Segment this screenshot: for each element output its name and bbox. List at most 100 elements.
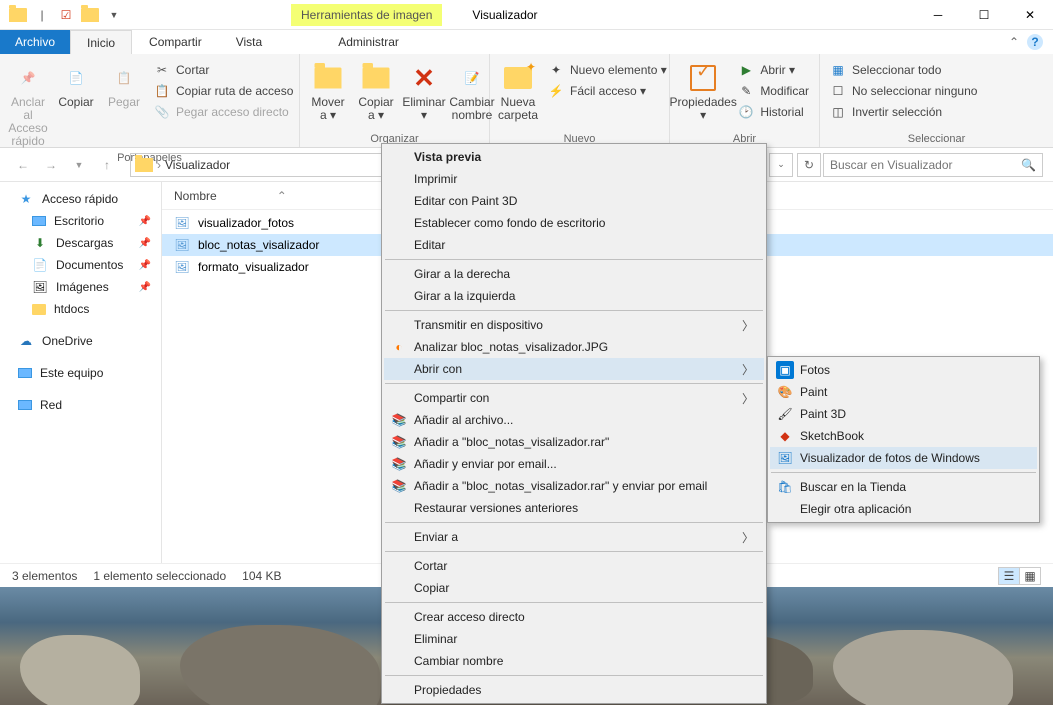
menu-print[interactable]: Imprimir [384, 168, 764, 190]
new-folder-button[interactable]: Nueva carpeta [496, 60, 540, 124]
menu-add-rar[interactable]: 📚Añadir a "bloc_notas_visalizador.rar" [384, 431, 764, 453]
sidebar-item-desktop[interactable]: Escritorio📌 [0, 210, 161, 232]
refresh-button[interactable]: ↻ [797, 153, 821, 177]
menu-cast[interactable]: Transmitir en dispositivo〉 [384, 314, 764, 336]
delete-button[interactable]: ✕Eliminar ▾ [402, 60, 446, 124]
submenu-choose-app[interactable]: Elegir otra aplicación [770, 498, 1037, 520]
tab-manage[interactable]: Administrar [321, 30, 416, 54]
chevron-right-icon: 〉 [742, 317, 754, 334]
menu-avast-scan[interactable]: ◐Analizar bloc_notas_visalizador.JPG [384, 336, 764, 358]
back-button[interactable]: ← [10, 152, 36, 178]
status-size: 104 KB [242, 569, 281, 583]
menu-open-with[interactable]: Abrir con〉 [384, 358, 764, 380]
menu-send-to[interactable]: Enviar a〉 [384, 526, 764, 548]
ribbon-collapse-icon[interactable]: ⌃ [1009, 35, 1019, 49]
pin-icon: 📌 [139, 282, 151, 293]
minimize-button[interactable]: ─ [915, 0, 961, 30]
up-button[interactable]: ↑ [94, 152, 120, 178]
sidebar-item-pictures[interactable]: 🖼Imágenes📌 [0, 276, 161, 298]
menu-copy[interactable]: Copiar [384, 577, 764, 599]
qat-folder2-icon[interactable] [78, 3, 102, 27]
submenu-paint[interactable]: 🎨Paint [770, 381, 1037, 403]
sidebar-item-documents[interactable]: 📄Documentos📌 [0, 254, 161, 276]
menu-add-email[interactable]: 📚Añadir y enviar por email... [384, 453, 764, 475]
copy-path-button[interactable]: 📋Copiar ruta de acceso [150, 81, 297, 101]
cut-button[interactable]: ✂Cortar [150, 60, 297, 80]
group-select-label: Seleccionar [826, 131, 1047, 147]
menu-rename[interactable]: Cambiar nombre [384, 650, 764, 672]
column-name-header[interactable]: Nombre⌃ [174, 189, 354, 203]
copy-to-button[interactable]: Copiar a ▾ [354, 60, 398, 124]
properties-button[interactable]: Propiedades ▾ [676, 60, 730, 124]
search-input[interactable] [830, 158, 1021, 172]
menu-properties[interactable]: Propiedades [384, 679, 764, 701]
easy-access-button[interactable]: ⚡Fácil acceso ▾ [544, 81, 671, 101]
menu-rotate-left[interactable]: Girar a la izquierda [384, 285, 764, 307]
submenu-paint3d[interactable]: 🖌Paint 3D [770, 403, 1037, 425]
edit-button[interactable]: ✎Modificar [734, 81, 813, 101]
rename-button[interactable]: 📝Cambiar nombre [450, 60, 494, 124]
menu-create-shortcut[interactable]: Crear acceso directo [384, 606, 764, 628]
search-icon[interactable]: 🔍 [1021, 158, 1036, 172]
submenu-sketchbook[interactable]: ◆SketchBook [770, 425, 1037, 447]
pin-button[interactable]: 📌Anclar al Acceso rápido [6, 60, 50, 150]
menu-add-archive[interactable]: 📚Añadir al archivo... [384, 409, 764, 431]
pin-icon: 📌 [139, 216, 151, 227]
tab-share[interactable]: Compartir [132, 30, 219, 54]
view-icons-button[interactable]: ▦ [1019, 567, 1041, 585]
help-icon[interactable]: ? [1027, 34, 1043, 50]
tab-view[interactable]: Vista [219, 30, 279, 54]
invert-selection-button[interactable]: ◫Invertir selección [826, 102, 981, 122]
breadcrumb-segment[interactable]: Visualizador [165, 158, 230, 172]
paste-shortcut-button[interactable]: 📎Pegar acceso directo [150, 102, 297, 122]
menu-edit[interactable]: Editar [384, 234, 764, 256]
close-button[interactable]: ✕ [1007, 0, 1053, 30]
menu-delete[interactable]: Eliminar [384, 628, 764, 650]
submenu-windows-photo-viewer[interactable]: 🖼Visualizador de fotos de Windows [770, 447, 1037, 469]
paint3d-app-icon: 🖌 [776, 405, 794, 423]
recent-dropdown[interactable]: ▼ [66, 152, 92, 178]
menu-preview[interactable]: Vista previa [384, 146, 764, 168]
sidebar-item-thispc[interactable]: Este equipo [0, 362, 161, 384]
new-item-button[interactable]: ✦Nuevo elemento ▾ [544, 60, 671, 80]
image-file-icon: 🖼 [174, 237, 190, 253]
tab-home[interactable]: Inicio [70, 30, 132, 54]
navigation-pane: ★Acceso rápido Escritorio📌 ⬇Descargas📌 📄… [0, 182, 162, 570]
menu-paint3d[interactable]: Editar con Paint 3D [384, 190, 764, 212]
paste-button[interactable]: 📋Pegar [102, 60, 146, 111]
search-box[interactable]: 🔍 [823, 153, 1043, 177]
menu-restore-versions[interactable]: Restaurar versiones anteriores [384, 497, 764, 519]
history-button[interactable]: 🕑Historial [734, 102, 813, 122]
sidebar-item-quick-access[interactable]: ★Acceso rápido [0, 188, 161, 210]
menu-cut[interactable]: Cortar [384, 555, 764, 577]
sidebar-item-downloads[interactable]: ⬇Descargas📌 [0, 232, 161, 254]
submenu-photos[interactable]: ▣Fotos [770, 359, 1037, 381]
view-details-button[interactable]: ☰ [998, 567, 1020, 585]
context-tab-label: Herramientas de imagen [291, 4, 442, 26]
menu-wallpaper[interactable]: Establecer como fondo de escritorio [384, 212, 764, 234]
move-to-button[interactable]: Mover a ▾ [306, 60, 350, 124]
qat-folder-icon[interactable] [6, 3, 30, 27]
address-dropdown[interactable]: ⌄ [769, 153, 793, 177]
tab-file[interactable]: Archivo [0, 30, 70, 54]
sidebar-item-htdocs[interactable]: htdocs [0, 298, 161, 320]
sidebar-item-network[interactable]: Red [0, 394, 161, 416]
sidebar-item-onedrive[interactable]: ☁OneDrive [0, 330, 161, 352]
pin-icon: 📌 [139, 260, 151, 271]
pin-icon: 📌 [139, 238, 151, 249]
copy-button[interactable]: 📄Copiar [54, 60, 98, 111]
sketchbook-app-icon: ◆ [776, 427, 794, 445]
select-all-button[interactable]: ▦Seleccionar todo [826, 60, 981, 80]
menu-add-rar-email[interactable]: 📚Añadir a "bloc_notas_visalizador.rar" y… [384, 475, 764, 497]
select-none-button[interactable]: ☐No seleccionar ninguno [826, 81, 981, 101]
submenu-store[interactable]: 🛍Buscar en la Tienda [770, 476, 1037, 498]
menu-rotate-right[interactable]: Girar a la derecha [384, 263, 764, 285]
folder-icon [135, 158, 153, 172]
status-selected: 1 elemento seleccionado [93, 569, 226, 583]
forward-button[interactable]: → [38, 152, 64, 178]
open-button[interactable]: ▶Abrir ▾ [734, 60, 813, 80]
maximize-button[interactable]: ☐ [961, 0, 1007, 30]
menu-share-with[interactable]: Compartir con〉 [384, 387, 764, 409]
qat-properties-icon[interactable]: ☑ [54, 3, 78, 27]
qat-dropdown-icon[interactable]: ▼ [102, 3, 126, 27]
